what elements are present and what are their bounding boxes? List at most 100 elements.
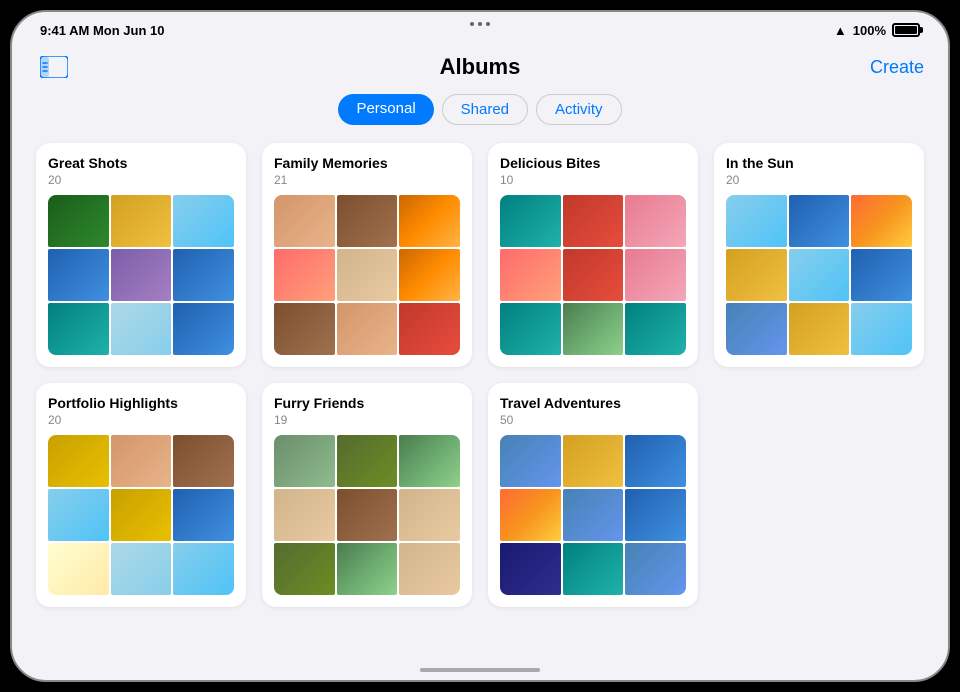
photo-cell-7 <box>337 303 398 355</box>
photo-cell-6 <box>48 303 109 355</box>
photo-cell-1 <box>563 435 624 487</box>
photo-cell-2 <box>399 435 460 487</box>
photo-cell-6 <box>500 543 561 595</box>
photo-cell-0 <box>48 195 109 247</box>
album-count-delicious-bites: 10 <box>500 173 686 187</box>
photo-cell-2 <box>625 195 686 247</box>
photo-cell-4 <box>563 489 624 541</box>
photo-cell-4 <box>563 249 624 301</box>
header: Albums Create <box>36 48 924 94</box>
battery-fill <box>895 26 917 34</box>
album-card-family-memories[interactable]: Family Memories 21 <box>262 143 472 367</box>
photo-cell-1 <box>337 435 398 487</box>
album-photos-portfolio-highlights <box>48 435 234 595</box>
albums-grid: Great Shots 20 Family Memories 21 Delicious … <box>36 143 924 607</box>
album-photos-great-shots <box>48 195 234 355</box>
top-dots <box>470 22 490 26</box>
tab-personal[interactable]: Personal <box>338 94 433 125</box>
photo-cell-7 <box>111 303 172 355</box>
album-title-portfolio-highlights: Portfolio Highlights <box>48 395 234 411</box>
photo-cell-5 <box>399 249 460 301</box>
photo-cell-5 <box>173 489 234 541</box>
device-frame: 9:41 AM Mon Jun 10 ▲ 100% <box>10 10 950 682</box>
status-bar: 9:41 AM Mon Jun 10 ▲ 100% <box>12 12 948 48</box>
album-card-furry-friends[interactable]: Furry Friends 19 <box>262 383 472 607</box>
page-title: Albums <box>440 54 521 80</box>
photo-cell-5 <box>625 249 686 301</box>
photo-cell-6 <box>48 543 109 595</box>
album-photos-in-the-sun <box>726 195 912 355</box>
photo-cell-2 <box>173 195 234 247</box>
photo-cell-4 <box>111 489 172 541</box>
album-count-family-memories: 21 <box>274 173 460 187</box>
photo-cell-8 <box>173 543 234 595</box>
photo-cell-3 <box>726 249 787 301</box>
photo-cell-1 <box>789 195 850 247</box>
album-photos-furry-friends <box>274 435 460 595</box>
photo-cell-4 <box>111 249 172 301</box>
photo-cell-7 <box>563 303 624 355</box>
photo-cell-3 <box>48 489 109 541</box>
photo-cell-0 <box>726 195 787 247</box>
album-count-furry-friends: 19 <box>274 413 460 427</box>
photo-cell-5 <box>399 489 460 541</box>
photo-cell-5 <box>851 249 912 301</box>
album-title-furry-friends: Furry Friends <box>274 395 460 411</box>
photo-cell-4 <box>789 249 850 301</box>
album-card-great-shots[interactable]: Great Shots 20 <box>36 143 246 367</box>
album-title-great-shots: Great Shots <box>48 155 234 171</box>
album-card-in-the-sun[interactable]: In the Sun20 <box>714 143 924 367</box>
photo-cell-6 <box>500 303 561 355</box>
photo-cell-3 <box>500 489 561 541</box>
album-card-delicious-bites[interactable]: Delicious Bites 10 <box>488 143 698 367</box>
photo-cell-5 <box>173 249 234 301</box>
photo-cell-0 <box>48 435 109 487</box>
photo-cell-3 <box>48 249 109 301</box>
home-indicator <box>420 668 540 672</box>
photo-cell-7 <box>563 543 624 595</box>
album-title-family-memories: Family Memories <box>274 155 460 171</box>
photo-cell-0 <box>274 195 335 247</box>
tab-activity[interactable]: Activity <box>536 94 622 125</box>
photo-cell-8 <box>173 303 234 355</box>
photo-cell-4 <box>337 489 398 541</box>
tabs-container: Personal Shared Activity <box>36 94 924 125</box>
photo-cell-1 <box>111 435 172 487</box>
photo-cell-8 <box>399 303 460 355</box>
sidebar-icon <box>40 56 68 78</box>
album-title-delicious-bites: Delicious Bites <box>500 155 686 171</box>
sidebar-toggle-button[interactable] <box>36 52 72 82</box>
photo-cell-3 <box>274 249 335 301</box>
photo-cell-8 <box>625 303 686 355</box>
photo-cell-1 <box>111 195 172 247</box>
photo-cell-6 <box>274 543 335 595</box>
wifi-icon: ▲ <box>834 23 847 38</box>
photo-cell-0 <box>500 435 561 487</box>
photo-cell-7 <box>789 303 850 355</box>
photo-cell-2 <box>173 435 234 487</box>
album-photos-delicious-bites <box>500 195 686 355</box>
main-content: Albums Create Personal Shared Activity G… <box>12 48 948 607</box>
create-button[interactable]: Create <box>870 57 924 78</box>
album-photos-travel-adventures <box>500 435 686 595</box>
photo-cell-5 <box>625 489 686 541</box>
photo-cell-3 <box>274 489 335 541</box>
album-count-great-shots: 20 <box>48 173 234 187</box>
photo-cell-7 <box>337 543 398 595</box>
album-count-portfolio-highlights: 20 <box>48 413 234 427</box>
photo-cell-8 <box>851 303 912 355</box>
photo-cell-1 <box>337 195 398 247</box>
album-count-in-the-sun: 20 <box>726 173 912 187</box>
dot1 <box>470 22 474 26</box>
photo-cell-6 <box>274 303 335 355</box>
status-right: ▲ 100% <box>834 23 920 38</box>
photo-cell-3 <box>500 249 561 301</box>
album-count-travel-adventures: 50 <box>500 413 686 427</box>
photo-cell-2 <box>625 435 686 487</box>
tab-shared[interactable]: Shared <box>442 94 528 125</box>
album-card-portfolio-highlights[interactable]: Portfolio Highlights 20 <box>36 383 246 607</box>
album-card-travel-adventures[interactable]: Travel Adventures50 <box>488 383 698 607</box>
photo-cell-8 <box>399 543 460 595</box>
battery-icon <box>892 23 920 37</box>
photo-cell-4 <box>337 249 398 301</box>
